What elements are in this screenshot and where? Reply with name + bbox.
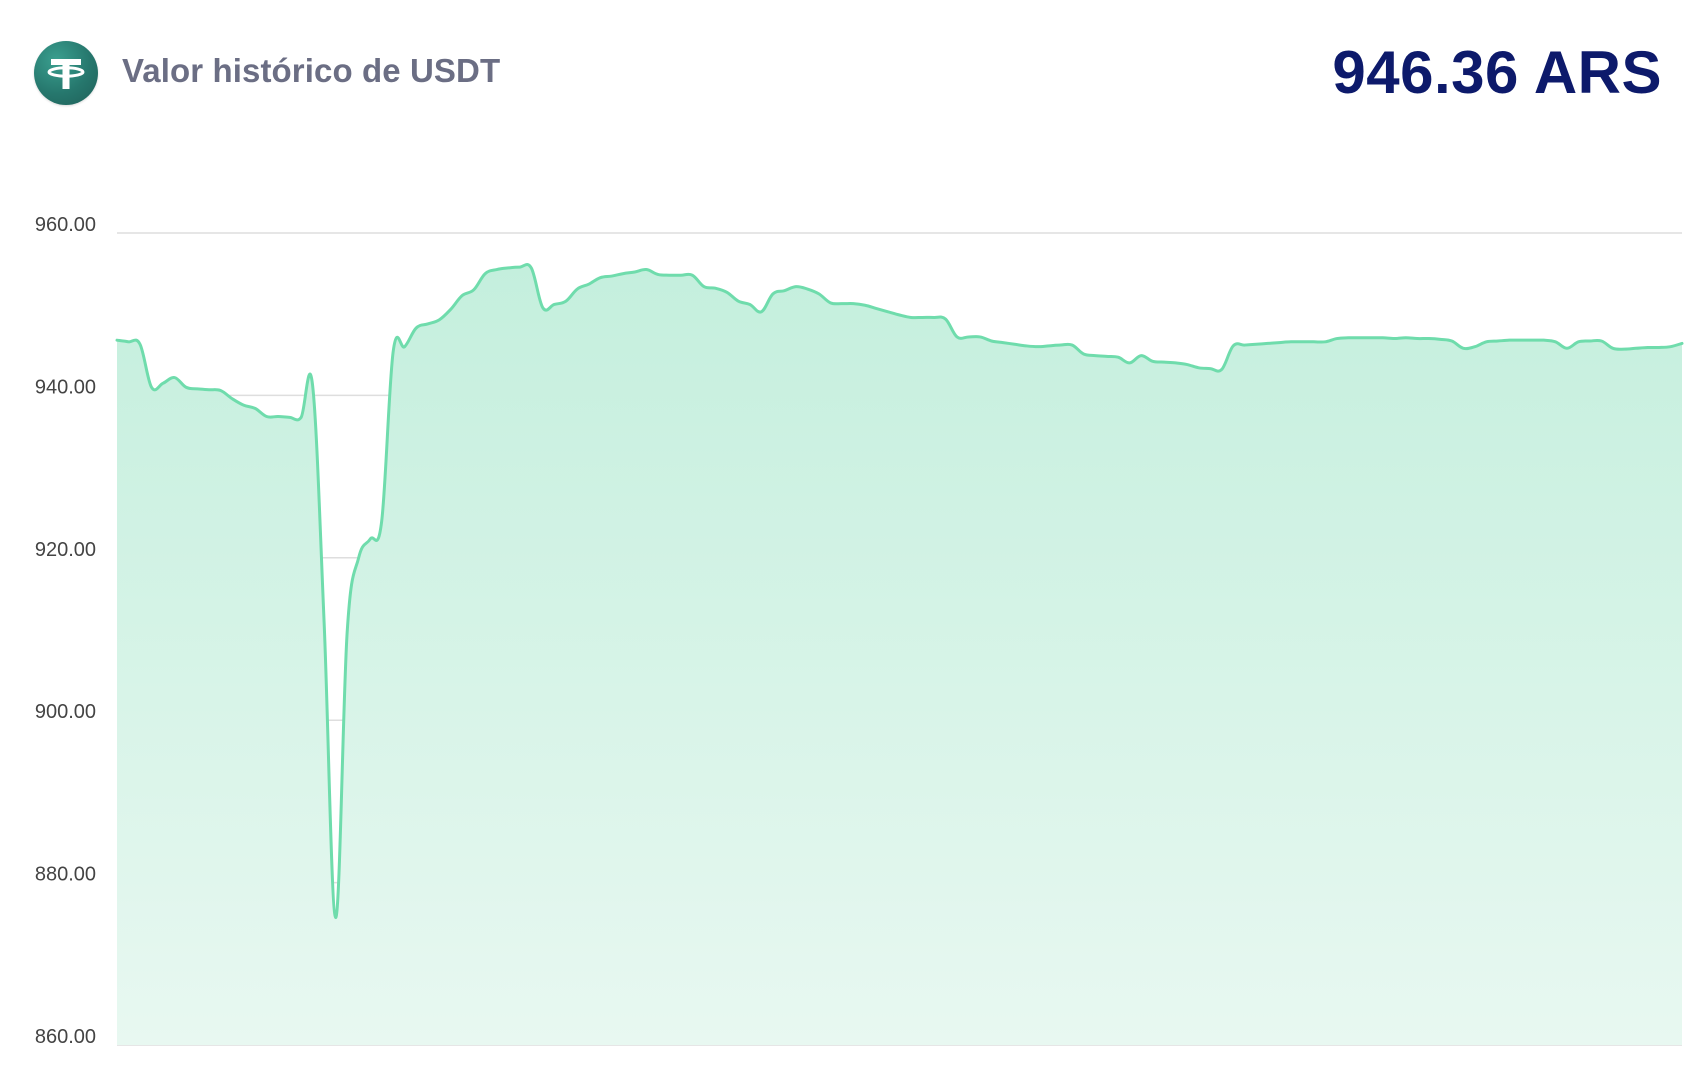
y-tick-label: 860.00	[35, 1026, 96, 1048]
y-tick-label: 940.00	[35, 376, 96, 398]
price-history-chart: 960.00 940.00 920.00 900.00 880.00 860.00	[35, 214, 1684, 1048]
y-tick-label: 960.00	[35, 214, 96, 236]
y-tick-label: 920.00	[35, 539, 96, 561]
price-area-fill	[117, 264, 1682, 1046]
y-tick-label: 880.00	[35, 864, 96, 886]
y-tick-label: 900.00	[35, 701, 96, 723]
y-axis-ticks: 960.00 940.00 920.00 900.00 880.00 860.00	[35, 214, 96, 1048]
